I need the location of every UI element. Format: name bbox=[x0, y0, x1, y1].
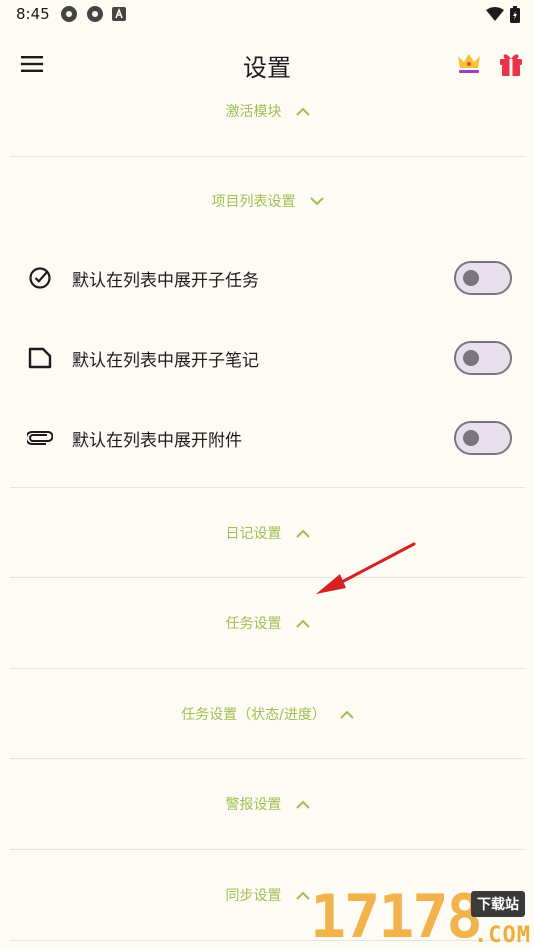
wifi-icon bbox=[486, 7, 504, 21]
chevron-up-icon bbox=[295, 800, 310, 809]
section-task-status-label: 任务设置（状态/进度） bbox=[181, 707, 326, 723]
app-bar: 设置 bbox=[0, 36, 534, 92]
chevron-up-icon bbox=[295, 107, 310, 116]
status-bar: 8:45 bbox=[0, 0, 534, 28]
chevron-up-icon bbox=[295, 529, 310, 538]
section-list-settings-label: 项目列表设置 bbox=[211, 194, 296, 210]
toggle-row-subnotes: 默认在列表中展开子笔记 bbox=[10, 326, 525, 390]
chevron-up-icon bbox=[295, 619, 310, 628]
toggle-switch-attachments[interactable] bbox=[454, 421, 512, 455]
app-notification-icon bbox=[60, 6, 77, 22]
switch-knob bbox=[463, 270, 479, 286]
section-task[interactable]: 任务设置 bbox=[10, 603, 525, 643]
annotation-arrow-icon bbox=[316, 542, 416, 594]
section-journal-label: 日记设置 bbox=[225, 526, 282, 542]
section-task-label: 任务设置 bbox=[225, 616, 282, 632]
section-alarm-label: 警报设置 bbox=[225, 797, 282, 813]
section-sync-label: 同步设置 bbox=[225, 888, 282, 904]
watermark-tag: 下载站 bbox=[471, 891, 525, 917]
section-alarm[interactable]: 警报设置 bbox=[10, 784, 525, 824]
toggle-label-subnotes: 默认在列表中展开子笔记 bbox=[72, 350, 259, 371]
status-time: 8:45 bbox=[16, 5, 50, 23]
watermark-suffix: .COM bbox=[474, 923, 531, 948]
crown-icon bbox=[458, 54, 480, 73]
switch-knob bbox=[463, 350, 479, 366]
attachment-icon bbox=[26, 424, 54, 452]
divider bbox=[10, 577, 525, 578]
toggle-row-attachments: 默认在列表中展开附件 bbox=[10, 406, 525, 470]
app-notification-icon bbox=[86, 6, 103, 22]
watermark-digits: 17178 bbox=[310, 882, 483, 950]
switch-knob bbox=[463, 430, 479, 446]
page-title: 设置 bbox=[243, 54, 291, 82]
divider bbox=[10, 156, 525, 157]
section-list-settings[interactable]: 项目列表设置 bbox=[10, 181, 525, 221]
text-notification-icon bbox=[111, 7, 126, 21]
divider bbox=[10, 487, 525, 488]
gift-icon bbox=[500, 54, 522, 76]
divider bbox=[10, 758, 525, 759]
divider bbox=[10, 668, 525, 669]
chevron-down-icon bbox=[309, 196, 324, 205]
section-activation-label: 激活模块 bbox=[225, 104, 282, 120]
toggle-row-subtasks: 默认在列表中展开子任务 bbox=[10, 246, 525, 310]
section-activation[interactable]: 激活模块 bbox=[10, 91, 525, 131]
section-task-status[interactable]: 任务设置（状态/进度） bbox=[10, 694, 525, 734]
task-check-icon bbox=[26, 264, 54, 292]
toggle-switch-subnotes[interactable] bbox=[454, 341, 512, 375]
note-icon bbox=[26, 344, 54, 372]
chevron-up-icon bbox=[340, 710, 354, 719]
premium-button[interactable] bbox=[455, 50, 485, 78]
gift-button[interactable] bbox=[497, 49, 527, 79]
toggle-label-subtasks: 默认在列表中展开子任务 bbox=[72, 270, 259, 291]
watermark-logo: 17178 下载站 .COM bbox=[306, 885, 534, 950]
section-journal[interactable]: 日记设置 bbox=[10, 513, 525, 553]
divider bbox=[10, 849, 525, 850]
toggle-label-attachments: 默认在列表中展开附件 bbox=[72, 430, 242, 451]
battery-icon bbox=[510, 5, 520, 23]
toggle-switch-subtasks[interactable] bbox=[454, 261, 512, 295]
